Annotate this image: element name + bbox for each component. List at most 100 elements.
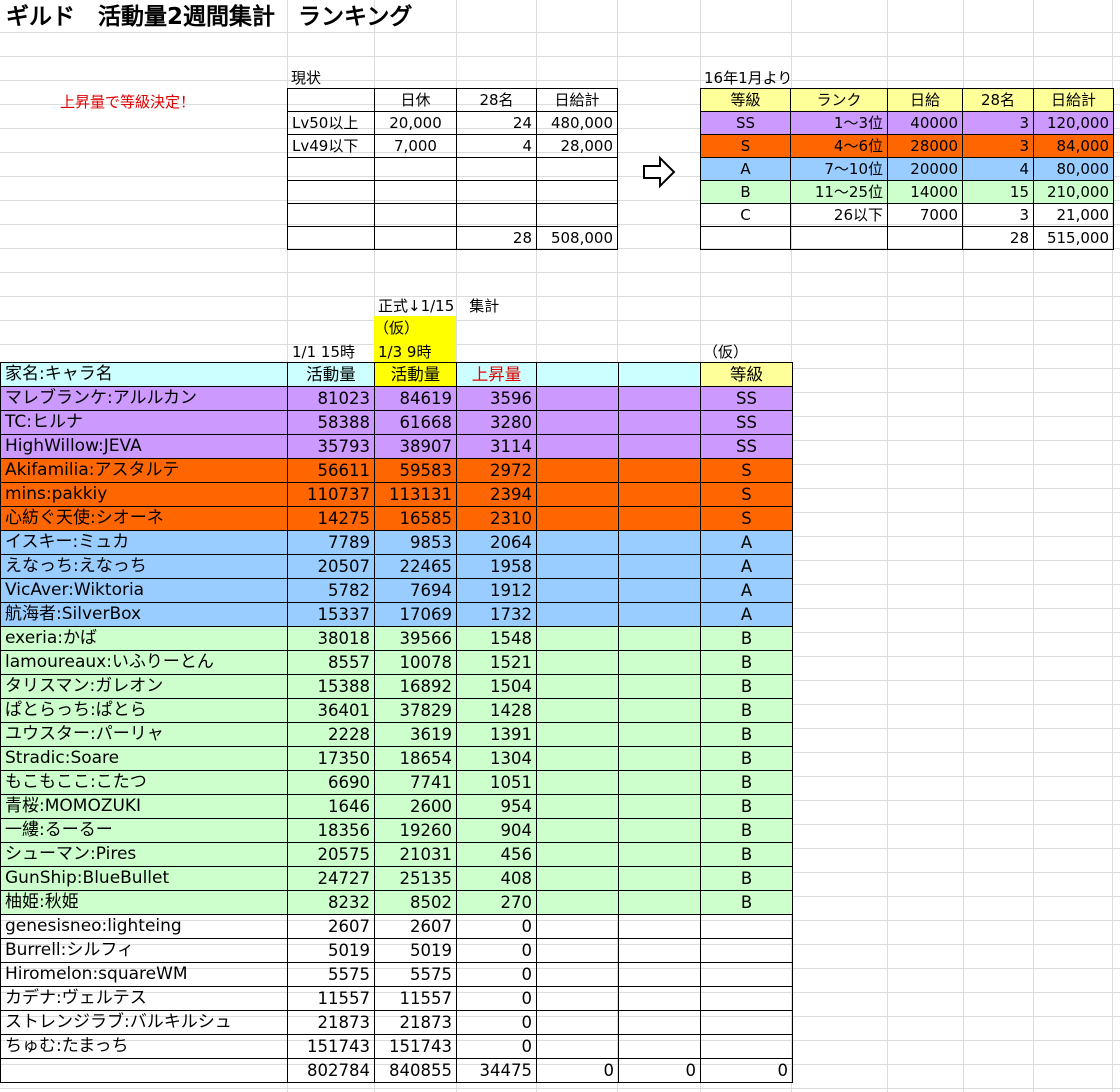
table-cell[interactable]: 120,000 <box>1033 111 1114 135</box>
activity-before-cell[interactable]: 38018 <box>287 626 375 651</box>
empty-cell[interactable] <box>618 698 701 723</box>
header-cell[interactable]: 活動量 <box>287 362 375 387</box>
header-cell[interactable]: 日給計 <box>1033 88 1114 112</box>
rank-cell[interactable]: B <box>700 626 793 651</box>
empty-cell[interactable] <box>536 554 619 579</box>
rank-cell[interactable]: S <box>700 506 793 531</box>
increase-cell[interactable]: 0 <box>456 986 537 1011</box>
empty-cell[interactable] <box>536 986 619 1011</box>
empty-cell[interactable] <box>618 602 701 627</box>
empty-cell[interactable] <box>536 482 619 507</box>
rank-cell[interactable]: SS <box>700 386 793 411</box>
empty-cell[interactable] <box>536 410 619 435</box>
table-cell[interactable]: 24 <box>456 111 537 135</box>
activity-after-cell[interactable]: 18654 <box>374 746 457 771</box>
activity-after-cell[interactable]: 10078 <box>374 650 457 675</box>
header-cell[interactable]: 等級 <box>700 88 791 112</box>
increase-cell[interactable]: 3280 <box>456 410 537 435</box>
empty-cell[interactable] <box>536 962 619 987</box>
rank-cell[interactable] <box>700 1034 793 1059</box>
name-cell[interactable]: 航海者:SilverBox <box>0 602 288 627</box>
activity-after-cell[interactable]: 22465 <box>374 554 457 579</box>
table-cell[interactable]: 7000 <box>887 203 963 227</box>
empty-cell[interactable] <box>536 818 619 843</box>
rank-cell[interactable] <box>700 962 793 987</box>
activity-before-cell[interactable]: 5019 <box>287 938 375 963</box>
header-cell[interactable]: ランク <box>790 88 888 112</box>
increase-cell[interactable]: 1732 <box>456 602 537 627</box>
activity-before-cell[interactable]: 2607 <box>287 914 375 939</box>
increase-cell[interactable]: 0 <box>456 1010 537 1035</box>
activity-before-cell[interactable]: 6690 <box>287 770 375 795</box>
table-cell[interactable]: 508,000 <box>536 226 618 250</box>
empty-cell[interactable] <box>536 1034 619 1059</box>
increase-cell[interactable]: 1051 <box>456 770 537 795</box>
table-cell[interactable]: 4 <box>456 134 537 158</box>
activity-before-cell[interactable]: 5575 <box>287 962 375 987</box>
activity-after-cell[interactable]: 39566 <box>374 626 457 651</box>
table-cell[interactable]: 15 <box>962 180 1034 204</box>
name-cell[interactable]: 柚姫:秋姫 <box>0 890 288 915</box>
table-cell[interactable] <box>374 180 457 204</box>
name-cell[interactable]: ユウスター:パーリャ <box>0 722 288 747</box>
table-cell[interactable]: 40000 <box>887 111 963 135</box>
table-cell[interactable]: S <box>700 134 791 158</box>
increase-cell[interactable]: 0 <box>456 962 537 987</box>
table-cell[interactable] <box>700 226 791 250</box>
name-cell[interactable]: タリスマン:ガレオン <box>0 674 288 699</box>
empty-cell[interactable] <box>536 506 619 531</box>
total-cell[interactable]: 34475 <box>456 1058 537 1083</box>
empty-cell[interactable] <box>618 722 701 747</box>
increase-cell[interactable]: 1391 <box>456 722 537 747</box>
activity-before-cell[interactable]: 35793 <box>287 434 375 459</box>
increase-cell[interactable]: 954 <box>456 794 537 819</box>
activity-before-cell[interactable]: 151743 <box>287 1034 375 1059</box>
empty-cell[interactable] <box>536 674 619 699</box>
rank-cell[interactable]: B <box>700 818 793 843</box>
increase-cell[interactable]: 270 <box>456 890 537 915</box>
name-cell[interactable]: 一縷:るーるー <box>0 818 288 843</box>
table-cell[interactable] <box>456 180 537 204</box>
activity-before-cell[interactable]: 110737 <box>287 482 375 507</box>
rank-cell[interactable]: B <box>700 722 793 747</box>
activity-before-cell[interactable]: 18356 <box>287 818 375 843</box>
name-cell[interactable]: Hiromelon:squareWM <box>0 962 288 987</box>
increase-cell[interactable]: 408 <box>456 866 537 891</box>
table-cell[interactable]: 4～6位 <box>790 134 888 158</box>
table-cell[interactable]: B <box>700 180 791 204</box>
table-cell[interactable]: 84,000 <box>1033 134 1114 158</box>
activity-before-cell[interactable]: 5782 <box>287 578 375 603</box>
increase-cell[interactable]: 0 <box>456 1034 537 1059</box>
table-cell[interactable] <box>536 203 618 227</box>
table-cell[interactable] <box>456 203 537 227</box>
table-cell[interactable]: 1～3位 <box>790 111 888 135</box>
empty-cell[interactable] <box>536 386 619 411</box>
activity-before-cell[interactable]: 7789 <box>287 530 375 555</box>
rank-cell[interactable]: S <box>700 482 793 507</box>
table-cell[interactable]: 7～10位 <box>790 157 888 181</box>
table-cell[interactable]: 11～25位 <box>790 180 888 204</box>
empty-cell[interactable] <box>618 1010 701 1035</box>
header-cell[interactable]: 日休 <box>374 88 457 112</box>
table-cell[interactable]: 14000 <box>887 180 963 204</box>
total-cell[interactable]: 0 <box>536 1058 619 1083</box>
increase-cell[interactable]: 1428 <box>456 698 537 723</box>
empty-cell[interactable] <box>536 794 619 819</box>
rank-cell[interactable]: B <box>700 842 793 867</box>
activity-after-cell[interactable]: 17069 <box>374 602 457 627</box>
empty-cell[interactable] <box>536 458 619 483</box>
name-cell[interactable]: Burrell:シルフィ <box>0 938 288 963</box>
empty-cell[interactable] <box>618 914 701 939</box>
activity-after-cell[interactable]: 5575 <box>374 962 457 987</box>
activity-after-cell[interactable]: 21031 <box>374 842 457 867</box>
empty-cell[interactable] <box>536 722 619 747</box>
name-cell[interactable]: mins:pakkiy <box>0 482 288 507</box>
rank-cell[interactable]: A <box>700 578 793 603</box>
table-cell[interactable] <box>790 226 888 250</box>
empty-cell[interactable] <box>618 770 701 795</box>
increase-cell[interactable]: 1958 <box>456 554 537 579</box>
table-cell[interactable]: 20000 <box>887 157 963 181</box>
empty-cell[interactable] <box>618 626 701 651</box>
name-cell[interactable]: lamoureaux:いふりーとん <box>0 650 288 675</box>
activity-before-cell[interactable]: 2228 <box>287 722 375 747</box>
